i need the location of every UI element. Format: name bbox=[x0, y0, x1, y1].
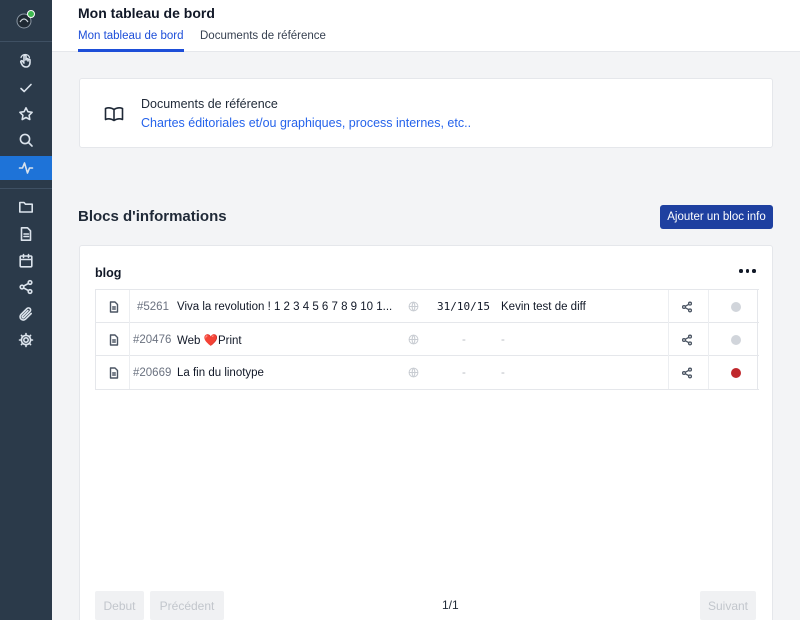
app-logo[interactable] bbox=[14, 9, 36, 31]
blog-panel: blog #5261 Viva la revolution ! 1 2 3 4 … bbox=[79, 245, 773, 620]
article-date: 31/10/15 bbox=[437, 300, 490, 313]
status-indicator bbox=[731, 367, 741, 378]
folder-icon[interactable] bbox=[14, 195, 38, 219]
document-icon bbox=[108, 356, 120, 389]
column-divider bbox=[757, 290, 758, 323]
column-divider bbox=[757, 323, 758, 356]
page-title: Mon tableau de bord bbox=[78, 5, 215, 21]
first-page-button[interactable]: Debut bbox=[95, 591, 144, 620]
activity-icon[interactable] bbox=[14, 156, 38, 180]
status-indicator bbox=[731, 301, 741, 312]
calendar-icon[interactable] bbox=[14, 249, 38, 273]
column-divider bbox=[129, 290, 130, 323]
article-title[interactable]: Viva la revolution ! 1 2 3 4 5 6 7 8 9 1… bbox=[177, 290, 392, 323]
star-icon[interactable] bbox=[14, 102, 38, 126]
tab-dashboard[interactable]: Mon tableau de bord bbox=[78, 30, 184, 52]
column-divider bbox=[708, 356, 709, 389]
status-dot bbox=[731, 290, 741, 323]
column-divider bbox=[668, 290, 669, 323]
table-row[interactable]: #5261 Viva la revolution ! 1 2 3 4 5 6 7… bbox=[96, 290, 759, 323]
column-divider bbox=[668, 356, 669, 389]
document-icon[interactable] bbox=[14, 222, 38, 246]
sidebar-divider bbox=[0, 188, 52, 189]
more-options-icon[interactable] bbox=[739, 264, 757, 278]
blog-table: #5261 Viva la revolution ! 1 2 3 4 5 6 7… bbox=[95, 289, 759, 390]
article-title[interactable]: Web ❤️Print bbox=[177, 323, 242, 356]
article-author: - bbox=[501, 333, 505, 346]
globe-icon bbox=[408, 356, 419, 389]
previous-page-button[interactable]: Précédent bbox=[150, 591, 224, 620]
panel-title: blog bbox=[95, 266, 122, 280]
share-icon[interactable] bbox=[681, 323, 693, 356]
gear-icon[interactable] bbox=[14, 328, 38, 352]
column-divider bbox=[708, 323, 709, 356]
article-date: - bbox=[462, 333, 466, 346]
globe-icon bbox=[408, 323, 419, 356]
column-divider bbox=[129, 323, 130, 356]
article-author: Kevin test de diff bbox=[501, 300, 586, 313]
add-info-block-button[interactable]: Ajouter un bloc info bbox=[660, 205, 773, 229]
table-row[interactable]: #20669 La fin du linotype - - bbox=[96, 356, 759, 389]
next-page-button[interactable]: Suivant bbox=[700, 591, 756, 620]
book-icon bbox=[103, 103, 125, 125]
search-icon[interactable] bbox=[14, 128, 38, 152]
reference-documents-card[interactable]: Documents de référence Chartes éditorial… bbox=[79, 78, 773, 148]
article-date: - bbox=[462, 366, 466, 379]
top-header: Mon tableau de bord Mon tableau de bord … bbox=[52, 0, 800, 52]
table-row[interactable]: #20476 Web ❤️Print - - bbox=[96, 323, 759, 356]
article-author: - bbox=[501, 366, 505, 379]
article-id: #20669 bbox=[133, 366, 172, 379]
status-dot bbox=[731, 323, 741, 356]
paperclip-icon[interactable] bbox=[14, 302, 38, 326]
page-count: 1/1 bbox=[442, 598, 459, 612]
column-divider bbox=[708, 290, 709, 323]
share-icon[interactable] bbox=[681, 356, 693, 389]
share-icon[interactable] bbox=[14, 275, 38, 299]
column-divider bbox=[129, 356, 130, 389]
document-icon bbox=[108, 290, 120, 323]
article-id: #5261 bbox=[137, 300, 169, 313]
sidebar-divider bbox=[0, 41, 52, 42]
status-dot bbox=[731, 356, 741, 389]
reference-card-link[interactable]: Chartes éditoriales et/ou graphiques, pr… bbox=[141, 116, 471, 130]
article-id: #20476 bbox=[133, 333, 172, 346]
section-title: Blocs d'informations bbox=[78, 208, 227, 225]
check-icon[interactable] bbox=[14, 76, 38, 100]
status-indicator bbox=[731, 334, 741, 345]
share-icon[interactable] bbox=[681, 290, 693, 323]
article-title[interactable]: La fin du linotype bbox=[177, 356, 264, 389]
tab-reference-documents[interactable]: Documents de référence bbox=[200, 30, 326, 49]
sidebar bbox=[0, 0, 52, 620]
reference-card-title: Documents de référence bbox=[141, 97, 278, 111]
globe-icon bbox=[408, 290, 419, 323]
column-divider bbox=[757, 356, 758, 389]
hand-pointer-icon[interactable] bbox=[14, 49, 38, 73]
document-icon bbox=[108, 323, 120, 356]
column-divider bbox=[668, 323, 669, 356]
